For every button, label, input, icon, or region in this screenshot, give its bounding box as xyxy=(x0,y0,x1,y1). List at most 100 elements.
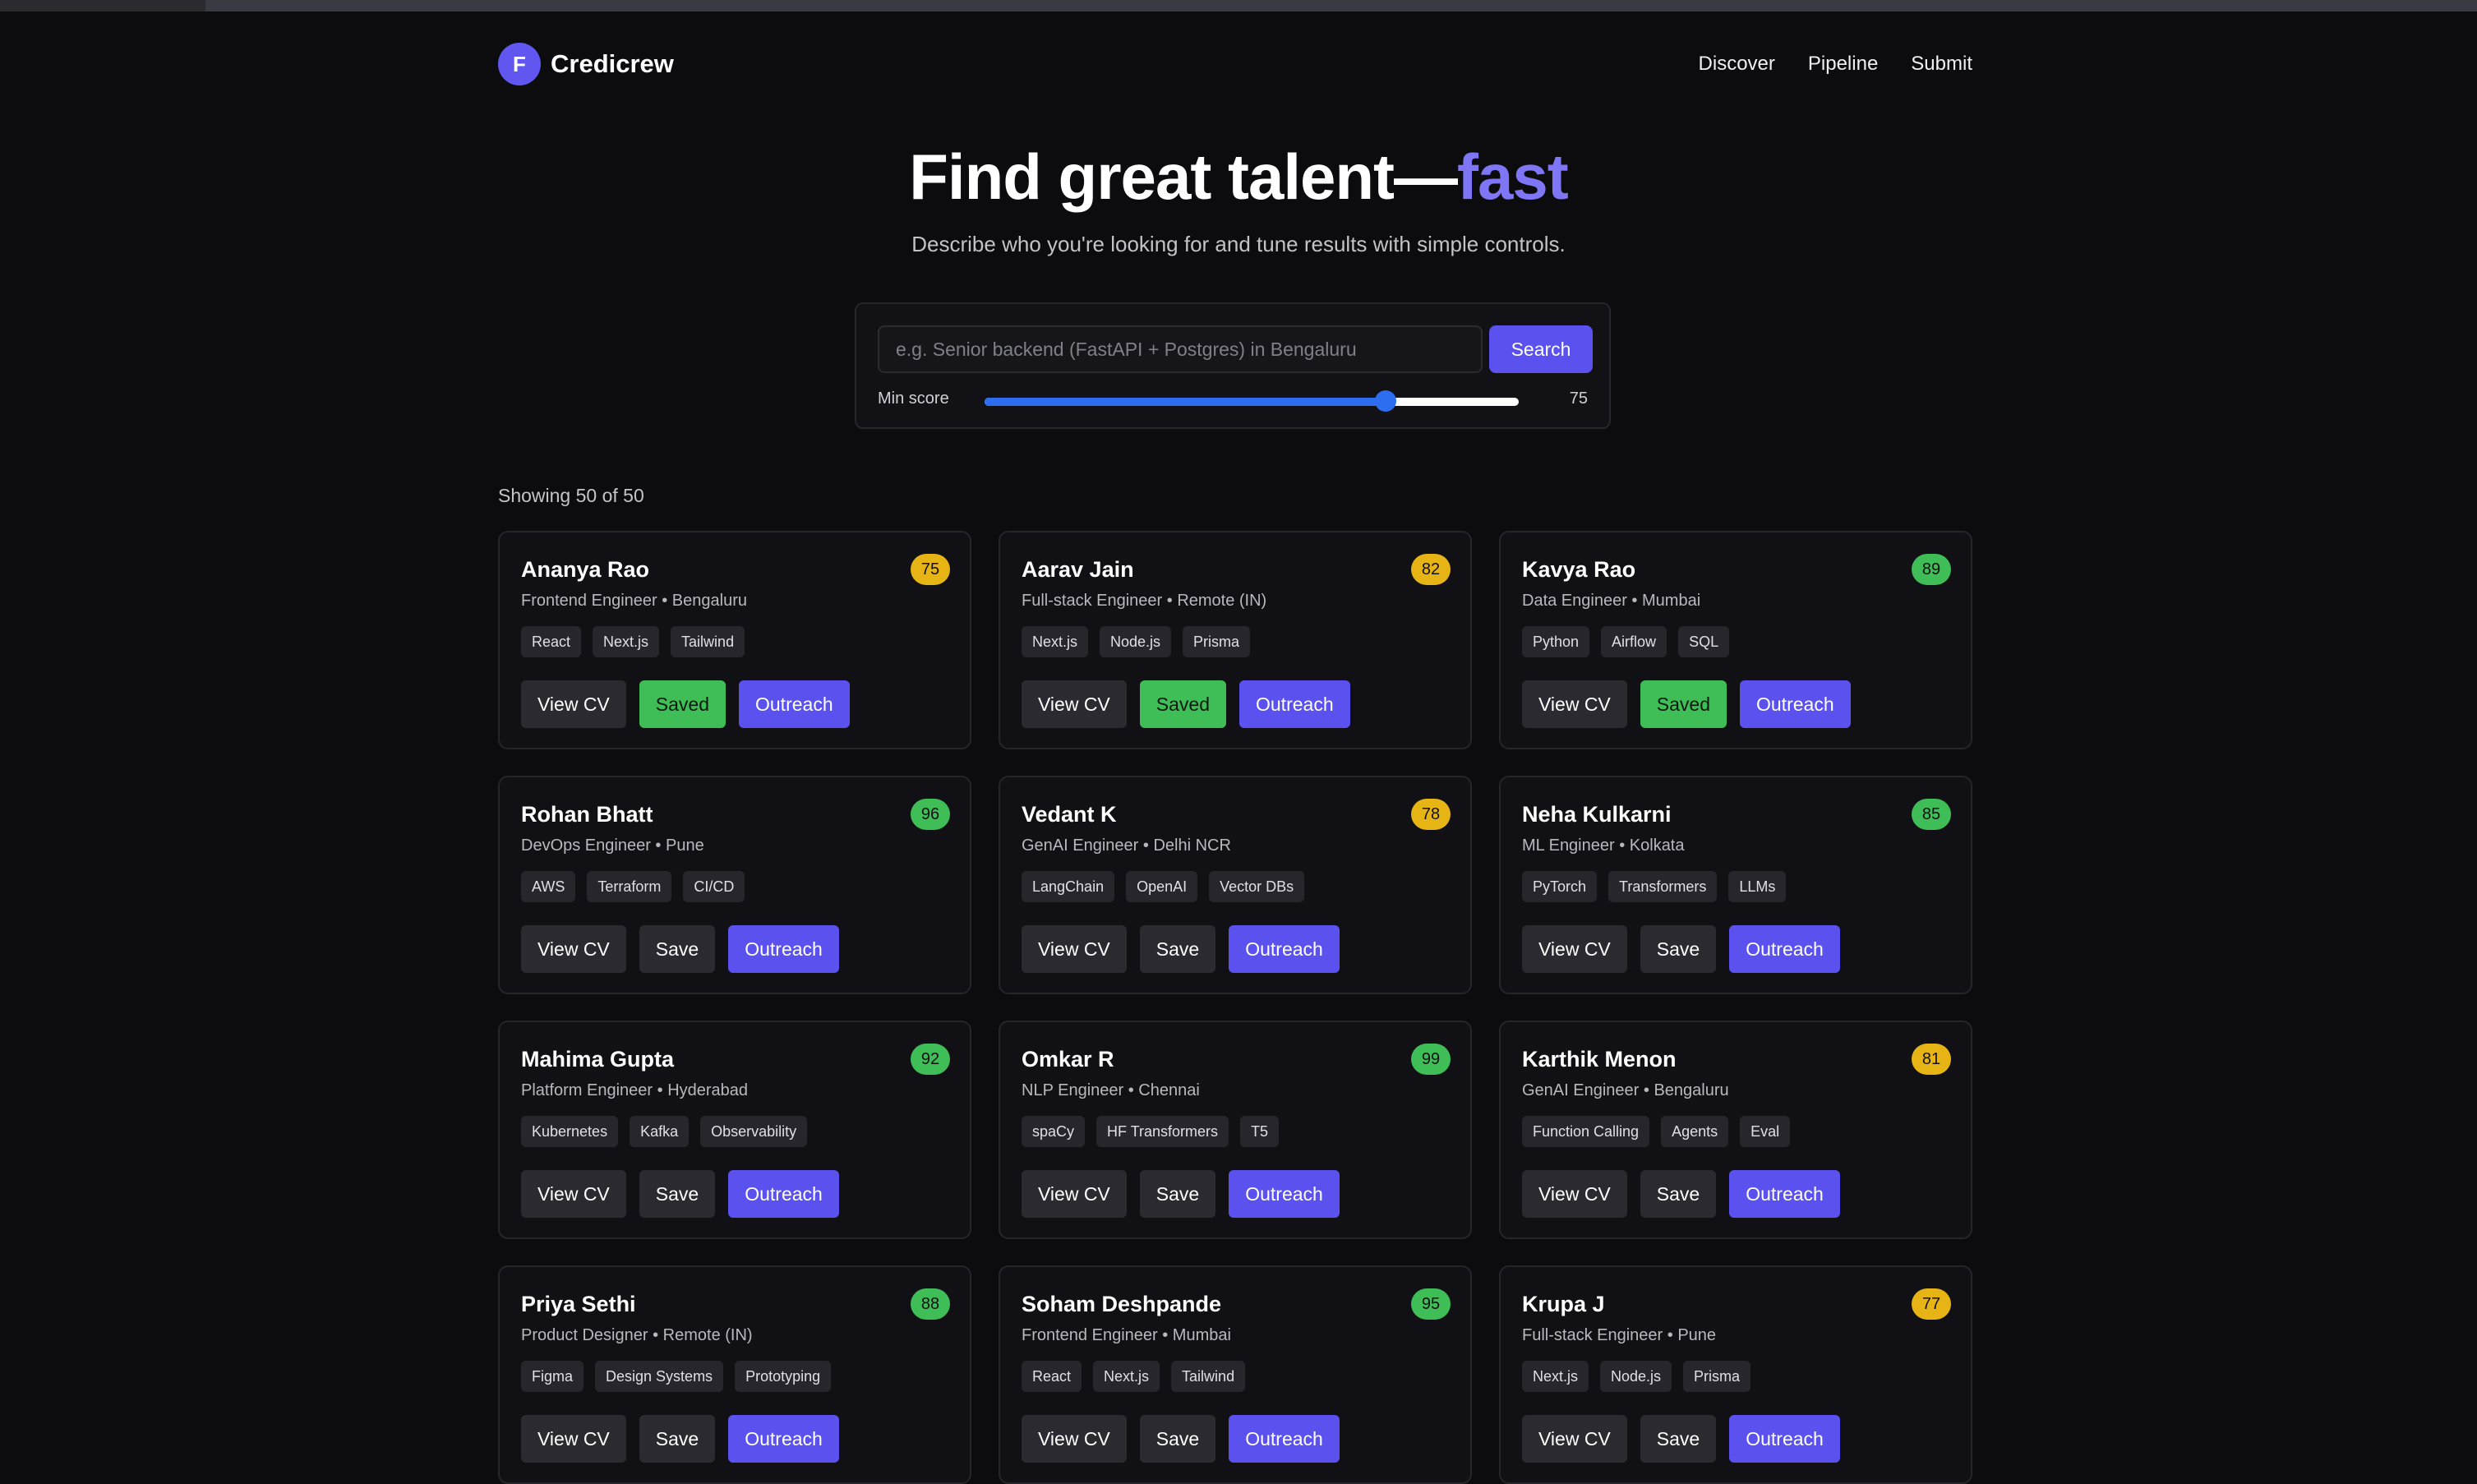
view-cv-button[interactable]: View CV xyxy=(1522,1415,1627,1463)
candidate-name[interactable]: Priya Sethi xyxy=(521,1292,636,1317)
skill-tag: Node.js xyxy=(1100,626,1172,657)
outreach-button[interactable]: Outreach xyxy=(1729,925,1840,973)
save-button[interactable]: Save xyxy=(1640,1170,1717,1218)
skill-tag: Tailwind xyxy=(671,626,745,657)
view-cv-button[interactable]: View CV xyxy=(1522,680,1627,728)
outreach-button[interactable]: Outreach xyxy=(1729,1170,1840,1218)
card-actions: View CV Saved Outreach xyxy=(1522,680,1851,728)
candidate-meta: Frontend Engineer • Mumbai xyxy=(1022,1326,1231,1344)
candidate-role: Platform Engineer xyxy=(521,1081,653,1099)
candidate-location: Mumbai xyxy=(1172,1326,1231,1344)
candidate-location: Pune xyxy=(666,836,704,855)
outreach-button[interactable]: Outreach xyxy=(1229,1415,1340,1463)
results-count: Showing 50 of 50 xyxy=(498,485,644,506)
outreach-button[interactable]: Outreach xyxy=(1229,925,1340,973)
skill-tag: HF Transformers xyxy=(1096,1116,1229,1147)
candidate-meta: GenAI Engineer • Delhi NCR xyxy=(1022,836,1231,855)
search-button[interactable]: Search xyxy=(1489,325,1593,373)
candidate-name[interactable]: Neha Kulkarni xyxy=(1522,802,1672,827)
candidate-role: GenAI Engineer xyxy=(1022,836,1139,855)
nav-link-pipeline[interactable]: Pipeline xyxy=(1808,53,1878,76)
hero-subtitle: Describe who you're looking for and tune… xyxy=(911,232,1566,256)
skill-tag: Eval xyxy=(1740,1116,1791,1147)
score-badge: 95 xyxy=(1411,1288,1451,1320)
outreach-button[interactable]: Outreach xyxy=(1229,1170,1340,1218)
candidate-name[interactable]: Krupa J xyxy=(1522,1292,1605,1317)
skill-tag: CI/CD xyxy=(683,871,745,902)
candidate-location: Remote (IN) xyxy=(662,1326,753,1344)
candidate-name[interactable]: Rohan Bhatt xyxy=(521,802,653,827)
candidate-meta: Platform Engineer • Hyderabad xyxy=(521,1081,749,1099)
save-button[interactable]: Save xyxy=(1139,1415,1216,1463)
save-button[interactable]: Save xyxy=(639,925,716,973)
save-button[interactable]: Save xyxy=(1640,1415,1717,1463)
card-actions: View CV Save Outreach xyxy=(521,1415,839,1463)
min-score-slider-thumb[interactable] xyxy=(1374,390,1396,412)
nav-link-submit[interactable]: Submit xyxy=(1911,53,1972,76)
card-actions: View CV Save Outreach xyxy=(1522,1170,1840,1218)
save-button[interactable]: Save xyxy=(1640,925,1717,973)
outreach-button[interactable]: Outreach xyxy=(739,680,850,728)
candidate-name[interactable]: Soham Deshpande xyxy=(1022,1292,1221,1317)
view-cv-button[interactable]: View CV xyxy=(521,1170,626,1218)
skill-tags: React Next.js Tailwind xyxy=(521,626,745,657)
skill-tag: Tailwind xyxy=(1171,1361,1246,1392)
skill-tags: Next.js Node.js Prisma xyxy=(1022,626,1251,657)
skill-tags: LangChain OpenAI Vector DBs xyxy=(1022,871,1305,902)
view-cv-button[interactable]: View CV xyxy=(1022,925,1127,973)
saved-button[interactable]: Saved xyxy=(1640,680,1727,728)
min-score-value: 75 xyxy=(1569,389,1588,408)
candidate-name[interactable]: Ananya Rao xyxy=(521,557,649,583)
search-input[interactable] xyxy=(878,325,1483,373)
view-cv-button[interactable]: View CV xyxy=(1022,1170,1127,1218)
view-cv-button[interactable]: View CV xyxy=(521,680,626,728)
candidate-name[interactable]: Vedant K xyxy=(1022,802,1117,827)
view-cv-button[interactable]: View CV xyxy=(1522,1170,1627,1218)
hero-title: Find great talent—fast xyxy=(0,140,2477,214)
candidate-card: Aarav Jain 82 Full-stack Engineer • Remo… xyxy=(999,531,1472,749)
save-button[interactable]: Save xyxy=(639,1415,716,1463)
card-actions: View CV Saved Outreach xyxy=(1022,680,1350,728)
outreach-button[interactable]: Outreach xyxy=(728,1170,839,1218)
candidate-location: Bengaluru xyxy=(1654,1081,1729,1099)
view-cv-button[interactable]: View CV xyxy=(1022,680,1127,728)
view-cv-button[interactable]: View CV xyxy=(521,1415,626,1463)
candidate-name[interactable]: Karthik Menon xyxy=(1522,1047,1677,1072)
save-button[interactable]: Save xyxy=(1139,1170,1216,1218)
candidate-role: Frontend Engineer xyxy=(521,592,657,610)
save-button[interactable]: Save xyxy=(639,1170,716,1218)
candidate-name[interactable]: Aarav Jain xyxy=(1022,557,1134,583)
save-button[interactable]: Save xyxy=(1139,925,1216,973)
candidate-role: GenAI Engineer xyxy=(1522,1081,1640,1099)
card-actions: View CV Saved Outreach xyxy=(521,680,850,728)
brand-name[interactable]: Credicrew xyxy=(551,49,674,79)
view-cv-button[interactable]: View CV xyxy=(1022,1415,1127,1463)
outreach-button[interactable]: Outreach xyxy=(1239,680,1350,728)
min-score-slider-track[interactable] xyxy=(985,398,1519,406)
outreach-button[interactable]: Outreach xyxy=(728,925,839,973)
view-cv-button[interactable]: View CV xyxy=(1522,925,1627,973)
nav-link-discover[interactable]: Discover xyxy=(1699,53,1775,76)
skill-tag: Node.js xyxy=(1600,1361,1672,1392)
candidate-name[interactable]: Omkar R xyxy=(1022,1047,1114,1072)
saved-button[interactable]: Saved xyxy=(1139,680,1226,728)
candidate-name[interactable]: Kavya Rao xyxy=(1522,557,1635,583)
skill-tag: AWS xyxy=(521,871,576,902)
candidate-role: Product Designer xyxy=(521,1326,648,1344)
candidate-meta: ML Engineer • Kolkata xyxy=(1522,836,1685,855)
outreach-button[interactable]: Outreach xyxy=(728,1415,839,1463)
view-cv-button[interactable]: View CV xyxy=(521,925,626,973)
nav-links: Discover Pipeline Submit xyxy=(1699,53,1972,76)
skill-tag: Next.js xyxy=(1093,1361,1160,1392)
score-badge: 96 xyxy=(911,799,950,830)
outreach-button[interactable]: Outreach xyxy=(1729,1415,1840,1463)
skill-tags: Kubernetes Kafka Observability xyxy=(521,1116,808,1147)
brand-logo[interactable]: F xyxy=(498,43,541,85)
candidate-name[interactable]: Mahima Gupta xyxy=(521,1047,674,1072)
skill-tags: React Next.js Tailwind xyxy=(1022,1361,1246,1392)
outreach-button[interactable]: Outreach xyxy=(1740,680,1851,728)
saved-button[interactable]: Saved xyxy=(639,680,726,728)
candidate-location: Delhi NCR xyxy=(1153,836,1231,855)
candidate-meta: Full-stack Engineer • Pune xyxy=(1522,1326,1717,1344)
skill-tag: React xyxy=(521,626,582,657)
